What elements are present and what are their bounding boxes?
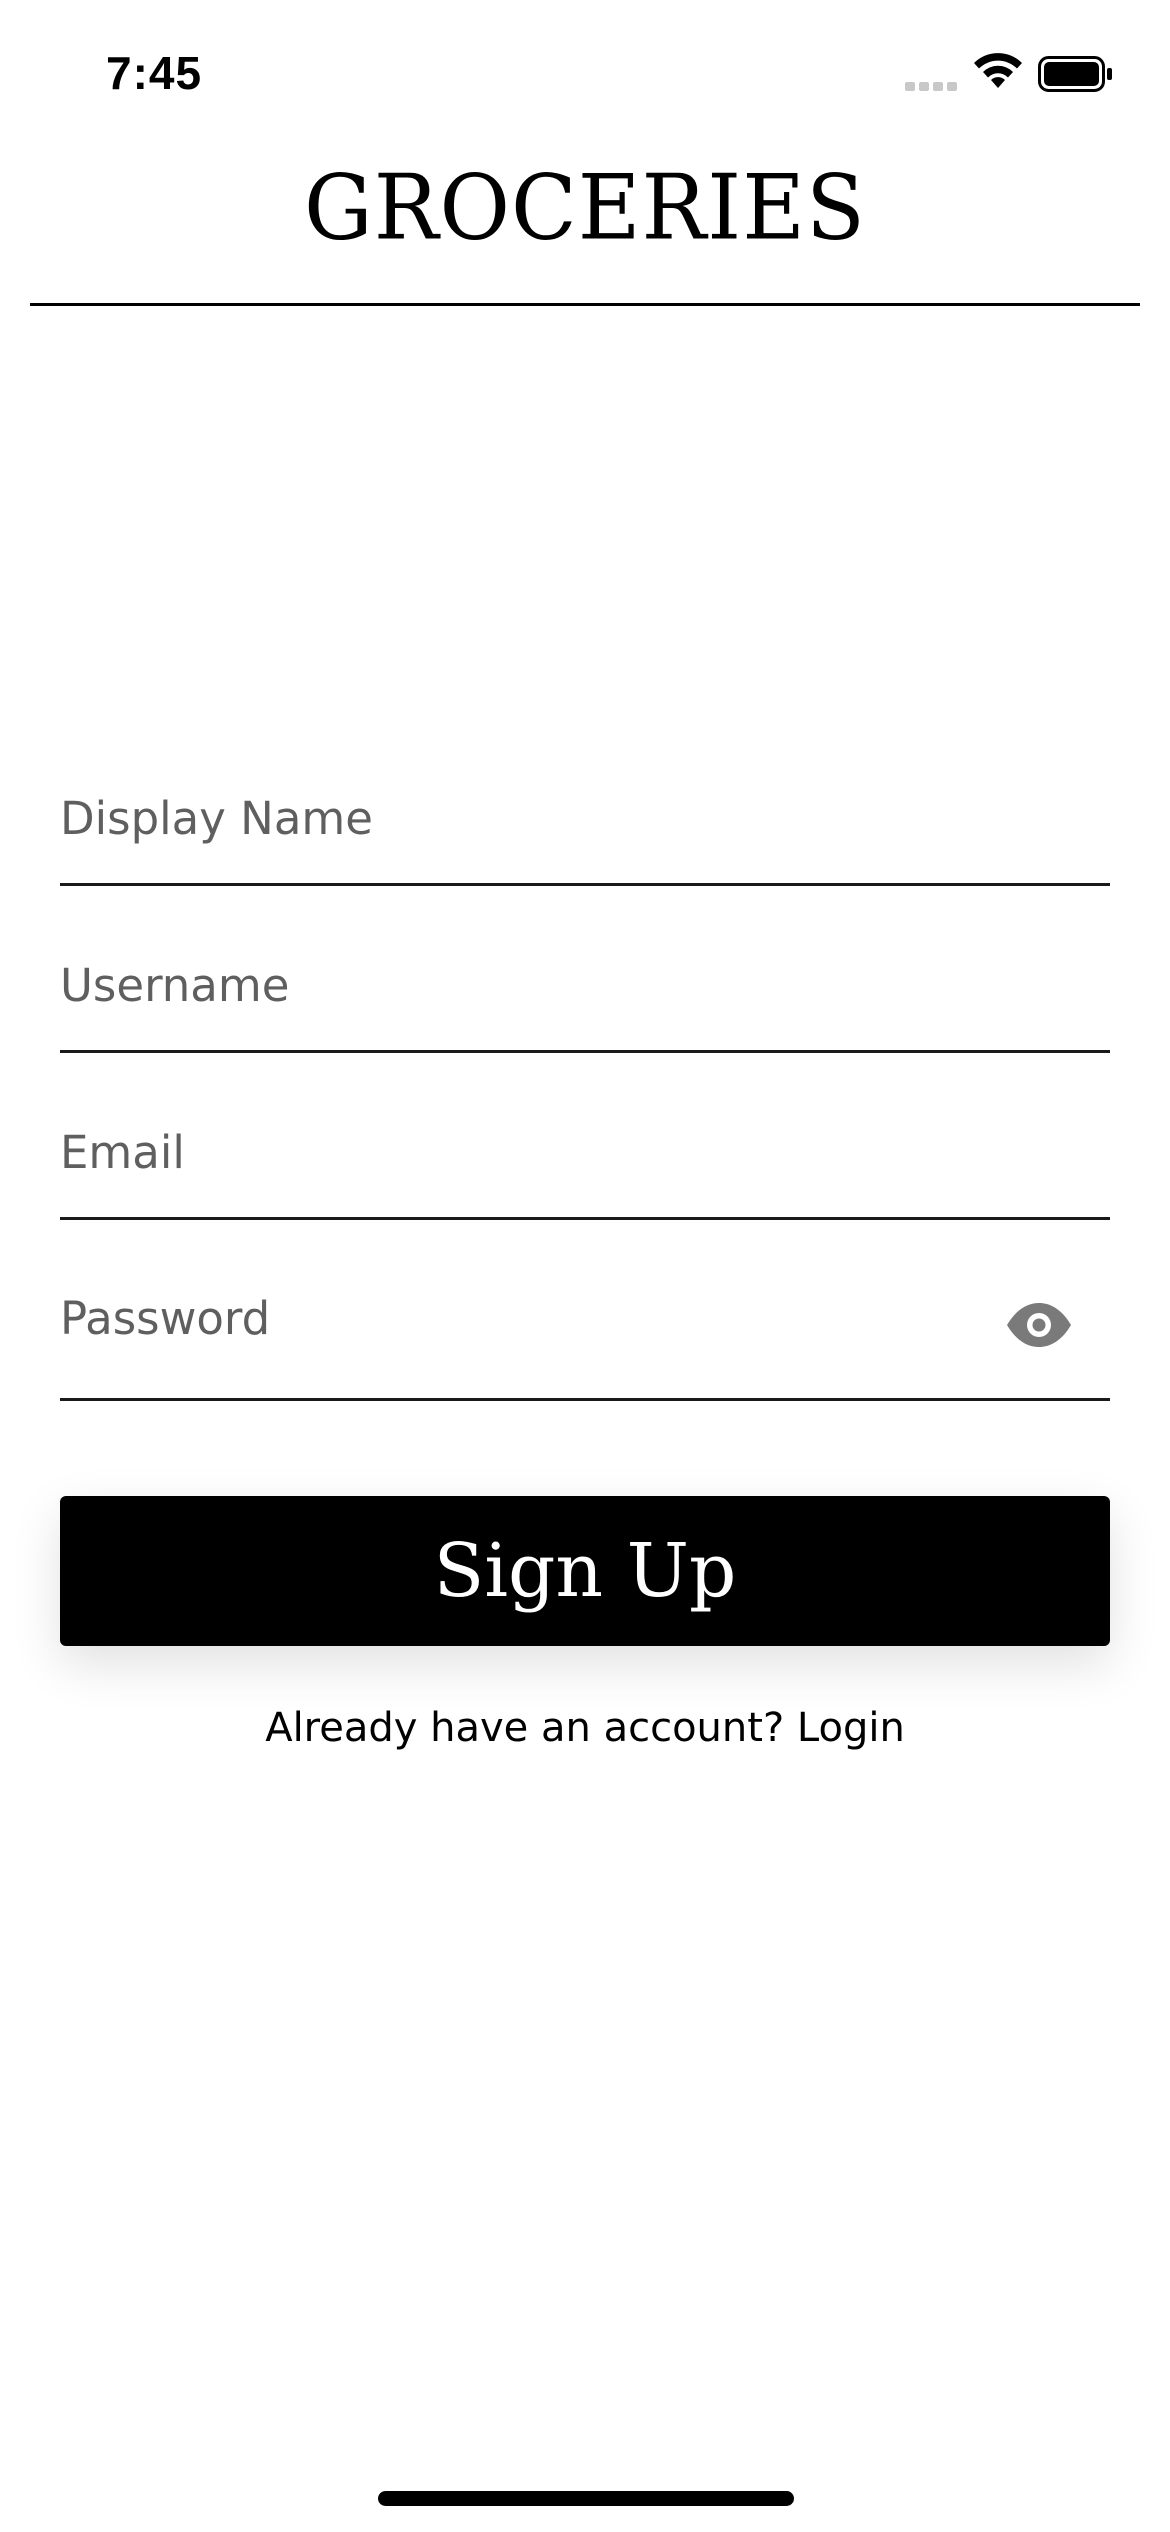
sign-up-button-label: Sign Up bbox=[433, 1528, 737, 1614]
email-input[interactable] bbox=[60, 1104, 1114, 1236]
home-indicator[interactable] bbox=[378, 2491, 794, 2506]
header-divider bbox=[30, 303, 1140, 306]
status-time: 7:45 bbox=[106, 47, 203, 99]
username-input[interactable] bbox=[60, 937, 1114, 1069]
cellular-signal-icon bbox=[905, 82, 957, 91]
app-title: GROCERIES bbox=[304, 155, 866, 261]
login-link[interactable]: Already have an account? Login bbox=[0, 1705, 1170, 1751]
battery-icon bbox=[1038, 56, 1112, 92]
username-field[interactable]: Username bbox=[60, 937, 1114, 1069]
display-name-field[interactable]: Display Name bbox=[60, 770, 1114, 902]
eye-icon[interactable] bbox=[1005, 1302, 1073, 1348]
sign-up-button[interactable]: Sign Up bbox=[60, 1496, 1110, 1646]
password-field[interactable]: Password bbox=[60, 1272, 1110, 1404]
display-name-input[interactable] bbox=[60, 770, 1114, 902]
email-field[interactable]: Email bbox=[60, 1104, 1114, 1236]
wifi-icon bbox=[974, 53, 1022, 88]
password-input[interactable] bbox=[60, 1272, 984, 1404]
